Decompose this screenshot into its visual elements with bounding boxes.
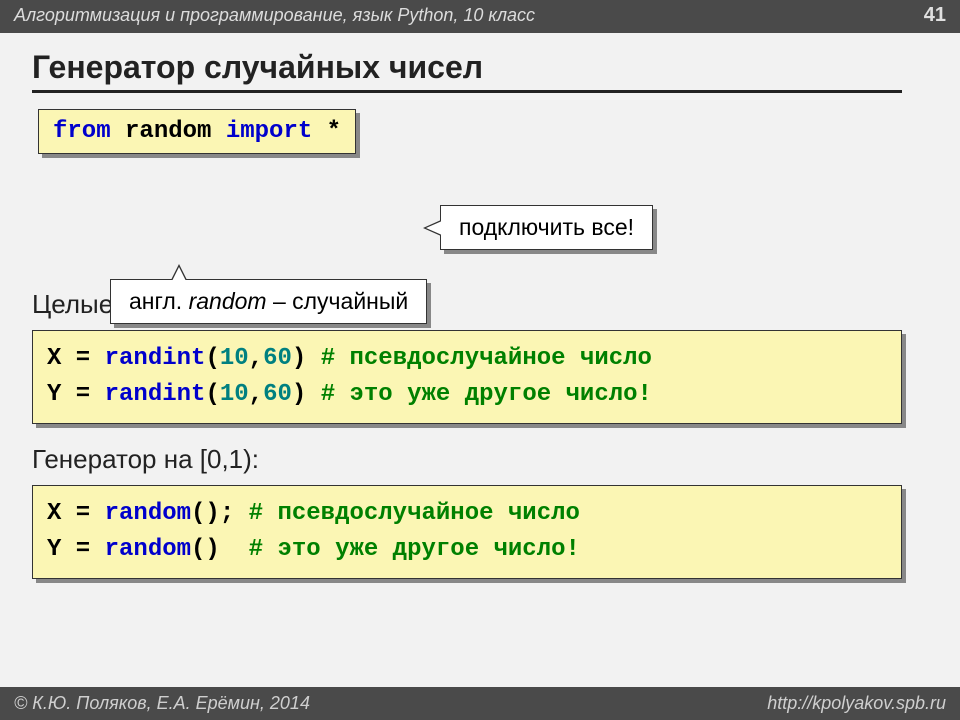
header-bar: Алгоритмизация и программирование, язык …	[0, 0, 960, 33]
translation-word: random	[189, 288, 267, 314]
callout-connect-all-text: подключить все!	[459, 214, 634, 240]
section1-codebox: X = randint(10,60) # псевдослучайное чис…	[32, 330, 902, 424]
kw-from: from	[53, 118, 111, 145]
slide-content: Генератор случайных чисел from random im…	[0, 33, 960, 579]
module-name: random	[125, 118, 211, 145]
callout-random-translation: англ. random – случайный	[110, 279, 427, 324]
course-title: Алгоритмизация и программирование, язык …	[14, 5, 535, 26]
page-number: 41	[924, 4, 946, 27]
code-line-3: X = random(); # псевдослучайное число	[47, 496, 887, 532]
section2-codebox: X = random(); # псевдослучайное число Y …	[32, 485, 902, 579]
import-codebox: from random import *	[38, 109, 356, 154]
code-line-4: Y = random() # это уже другое число!	[47, 532, 887, 568]
translation-post: – случайный	[267, 288, 409, 314]
callout-connect-all: подключить все!	[440, 205, 653, 250]
code-line-1: X = randint(10,60) # псевдослучайное чис…	[47, 341, 887, 377]
import-star: *	[327, 118, 341, 145]
footer-url: http://kpolyakov.spb.ru	[767, 693, 946, 714]
footer-authors: © К.Ю. Поляков, Е.А. Ерёмин, 2014	[14, 693, 310, 714]
translation-pre: англ.	[129, 288, 189, 314]
slide-title: Генератор случайных чисел	[32, 49, 902, 93]
kw-import: import	[226, 118, 312, 145]
footer-bar: © К.Ю. Поляков, Е.А. Ерёмин, 2014 http:/…	[0, 687, 960, 720]
code-line-2: Y = randint(10,60) # это уже другое числ…	[47, 377, 887, 413]
import-area: from random import * подключить все! анг…	[32, 109, 928, 269]
section2-heading: Генератор на [0,1):	[32, 444, 928, 475]
